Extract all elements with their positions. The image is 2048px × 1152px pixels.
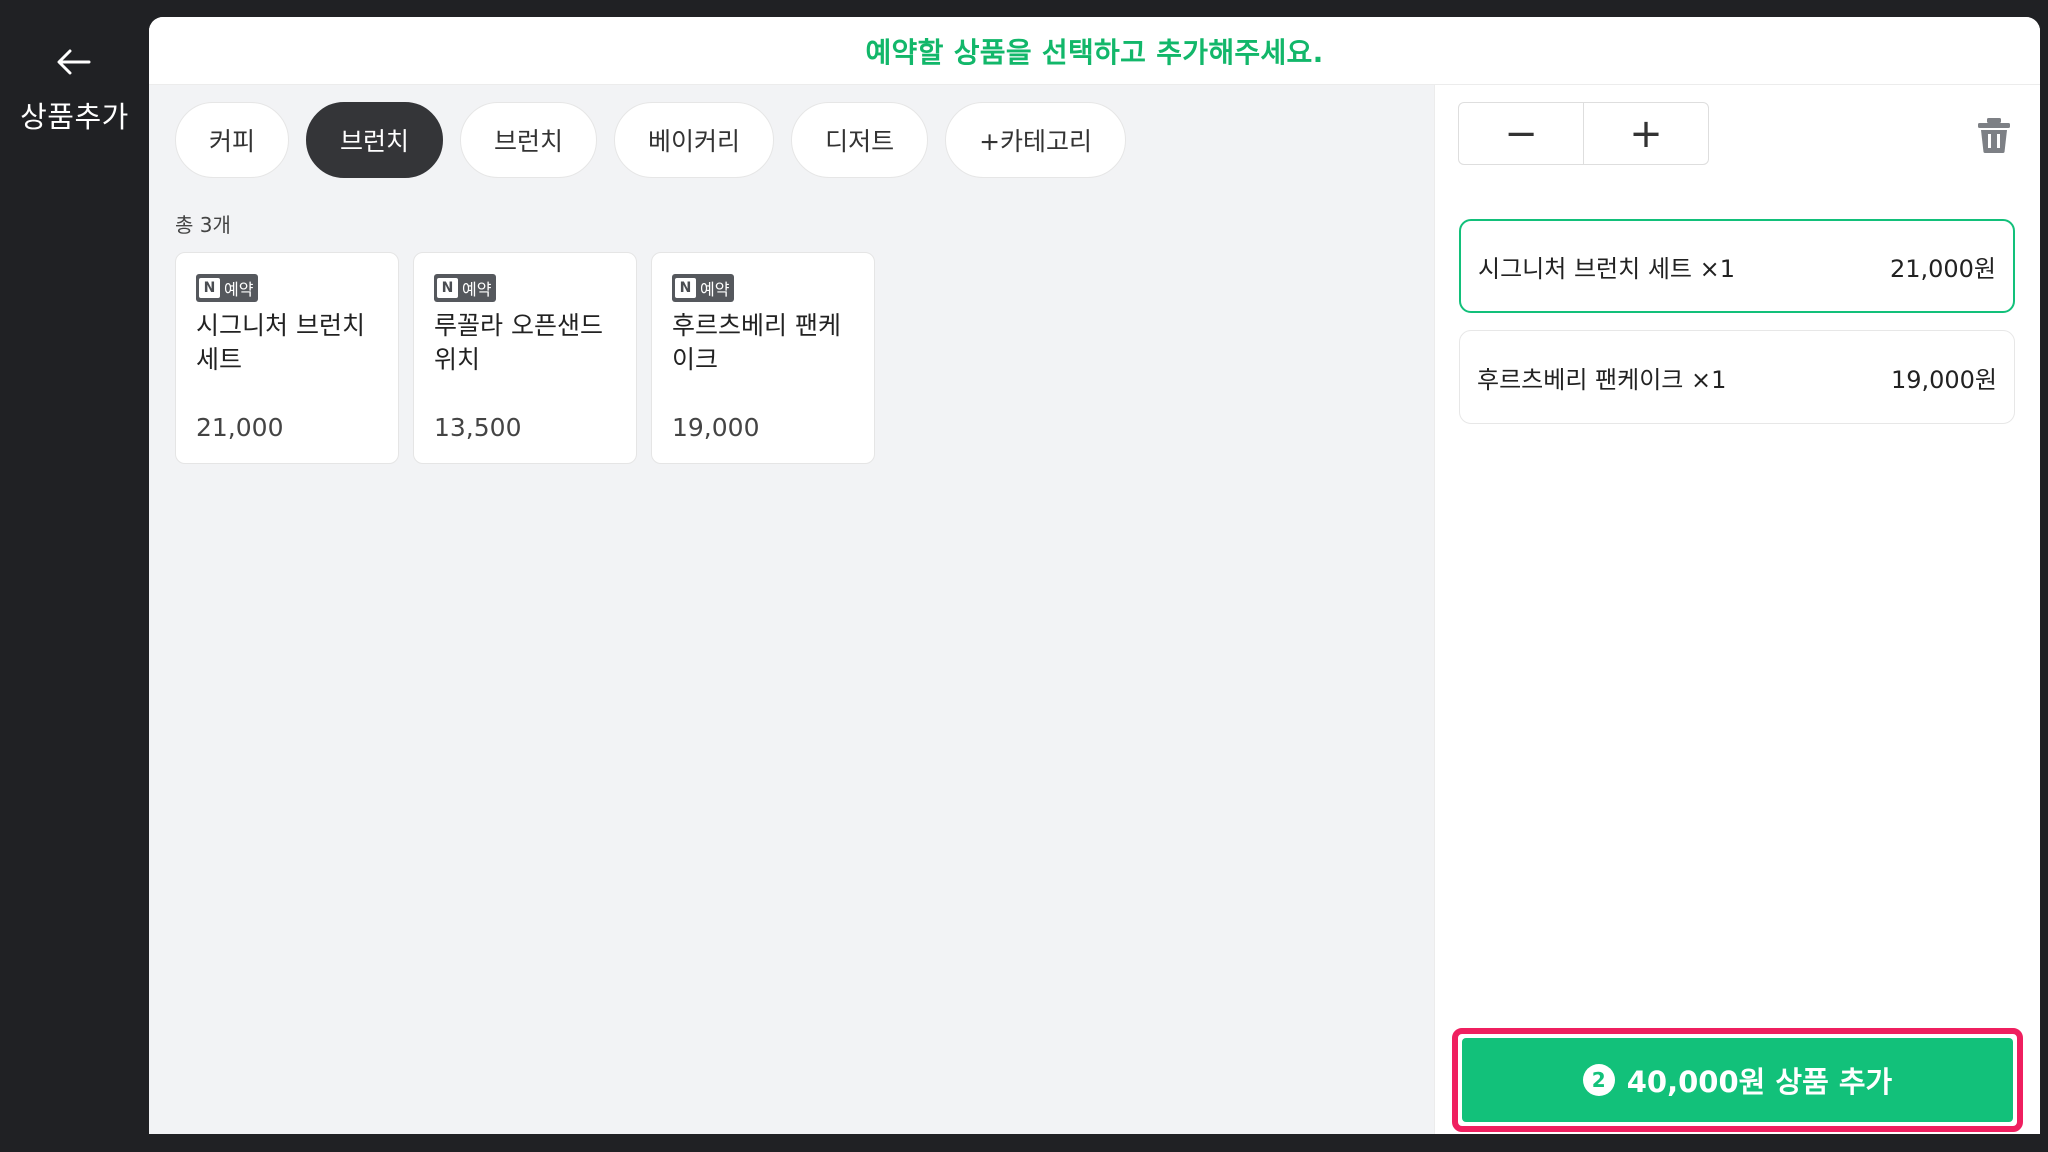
- naver-n-icon: N: [675, 278, 696, 298]
- cart-panel: − + 시그니처 브런치 세트 ×1 21,000원 후르츠베리 팬케이크 ×1…: [1434, 85, 2040, 1134]
- product-name: 루꼴라 오픈샌드위치: [434, 311, 603, 374]
- naver-n-icon: N: [199, 278, 220, 298]
- cart-item[interactable]: 후르츠베리 팬케이크 ×1 19,000원: [1459, 330, 2015, 424]
- product-count: 총 3개: [175, 213, 231, 237]
- cart-item-price: 19,000원: [1890, 365, 1997, 394]
- product-name: 시그니처 브런치 세트: [196, 311, 365, 374]
- page-title: 상품추가: [20, 100, 129, 134]
- add-products-button[interactable]: 2 40,000원 상품 추가: [1462, 1038, 2013, 1122]
- trash-icon: [1978, 118, 2010, 153]
- quantity-stepper: − +: [1458, 102, 1709, 165]
- increment-button[interactable]: +: [1583, 103, 1708, 164]
- product-name: 후르츠베리 팬케이크: [672, 311, 841, 374]
- naver-n-icon: N: [437, 278, 458, 298]
- add-button-label: 40,000원 상품 추가: [1626, 1065, 1893, 1099]
- left-rail: 상품추가: [0, 0, 149, 1152]
- add-category-button[interactable]: +카테고리: [945, 102, 1127, 178]
- instruction-message: 예약할 상품을 선택하고 추가해주세요.: [865, 35, 1324, 69]
- badge-text: 예약: [700, 280, 730, 299]
- tab-brunch-active[interactable]: 브런치: [306, 102, 444, 178]
- product-price: 13,500: [434, 413, 522, 442]
- header-bar: 예약할 상품을 선택하고 추가해주세요.: [149, 17, 2040, 85]
- cart-item-selected[interactable]: 시그니처 브런치 세트 ×1 21,000원: [1459, 219, 2015, 313]
- delete-button[interactable]: [1974, 115, 2014, 155]
- back-button[interactable]: [52, 40, 96, 84]
- main-frame: 예약할 상품을 선택하고 추가해주세요. 커피 브런치 브런치 베이커리 디저트…: [149, 17, 2040, 1134]
- tab-brunch[interactable]: 브런치: [460, 102, 598, 178]
- cart-item-name: 시그니처 브런치 세트 ×1: [1478, 254, 1735, 283]
- tab-coffee[interactable]: 커피: [175, 102, 290, 178]
- product-card[interactable]: N 예약 후르츠베리 팬케이크 19,000: [651, 252, 875, 464]
- badge-text: 예약: [462, 280, 492, 299]
- reservation-badge: N 예약: [196, 274, 259, 302]
- badge-text: 예약: [224, 280, 254, 299]
- product-price: 19,000: [672, 413, 760, 442]
- product-card[interactable]: N 예약 루꼴라 오픈샌드위치 13,500: [413, 252, 637, 464]
- tab-bakery[interactable]: 베이커리: [614, 102, 775, 178]
- arrow-left-icon: [57, 49, 91, 75]
- product-panel: 커피 브런치 브런치 베이커리 디저트 +카테고리 총 3개 N 예약 시그니처…: [149, 85, 1434, 1134]
- tab-dessert[interactable]: 디저트: [791, 102, 929, 178]
- reservation-badge: N 예약: [434, 274, 497, 302]
- product-card[interactable]: N 예약 시그니처 브런치 세트 21,000: [175, 252, 399, 464]
- decrement-button[interactable]: −: [1459, 103, 1583, 164]
- cart-count-badge: 2: [1582, 1064, 1615, 1096]
- product-price: 21,000: [196, 413, 284, 442]
- cart-item-price: 21,000원: [1889, 254, 1996, 283]
- reservation-badge: N 예약: [672, 274, 735, 302]
- product-grid: N 예약 시그니처 브런치 세트 21,000 N 예약 루꼴라 오픈샌드위치 …: [175, 252, 875, 464]
- category-tabs: 커피 브런치 브런치 베이커리 디저트 +카테고리: [175, 102, 1127, 178]
- add-button-highlight: 2 40,000원 상품 추가: [1452, 1028, 2023, 1132]
- cart-item-name: 후르츠베리 팬케이크 ×1: [1477, 365, 1727, 394]
